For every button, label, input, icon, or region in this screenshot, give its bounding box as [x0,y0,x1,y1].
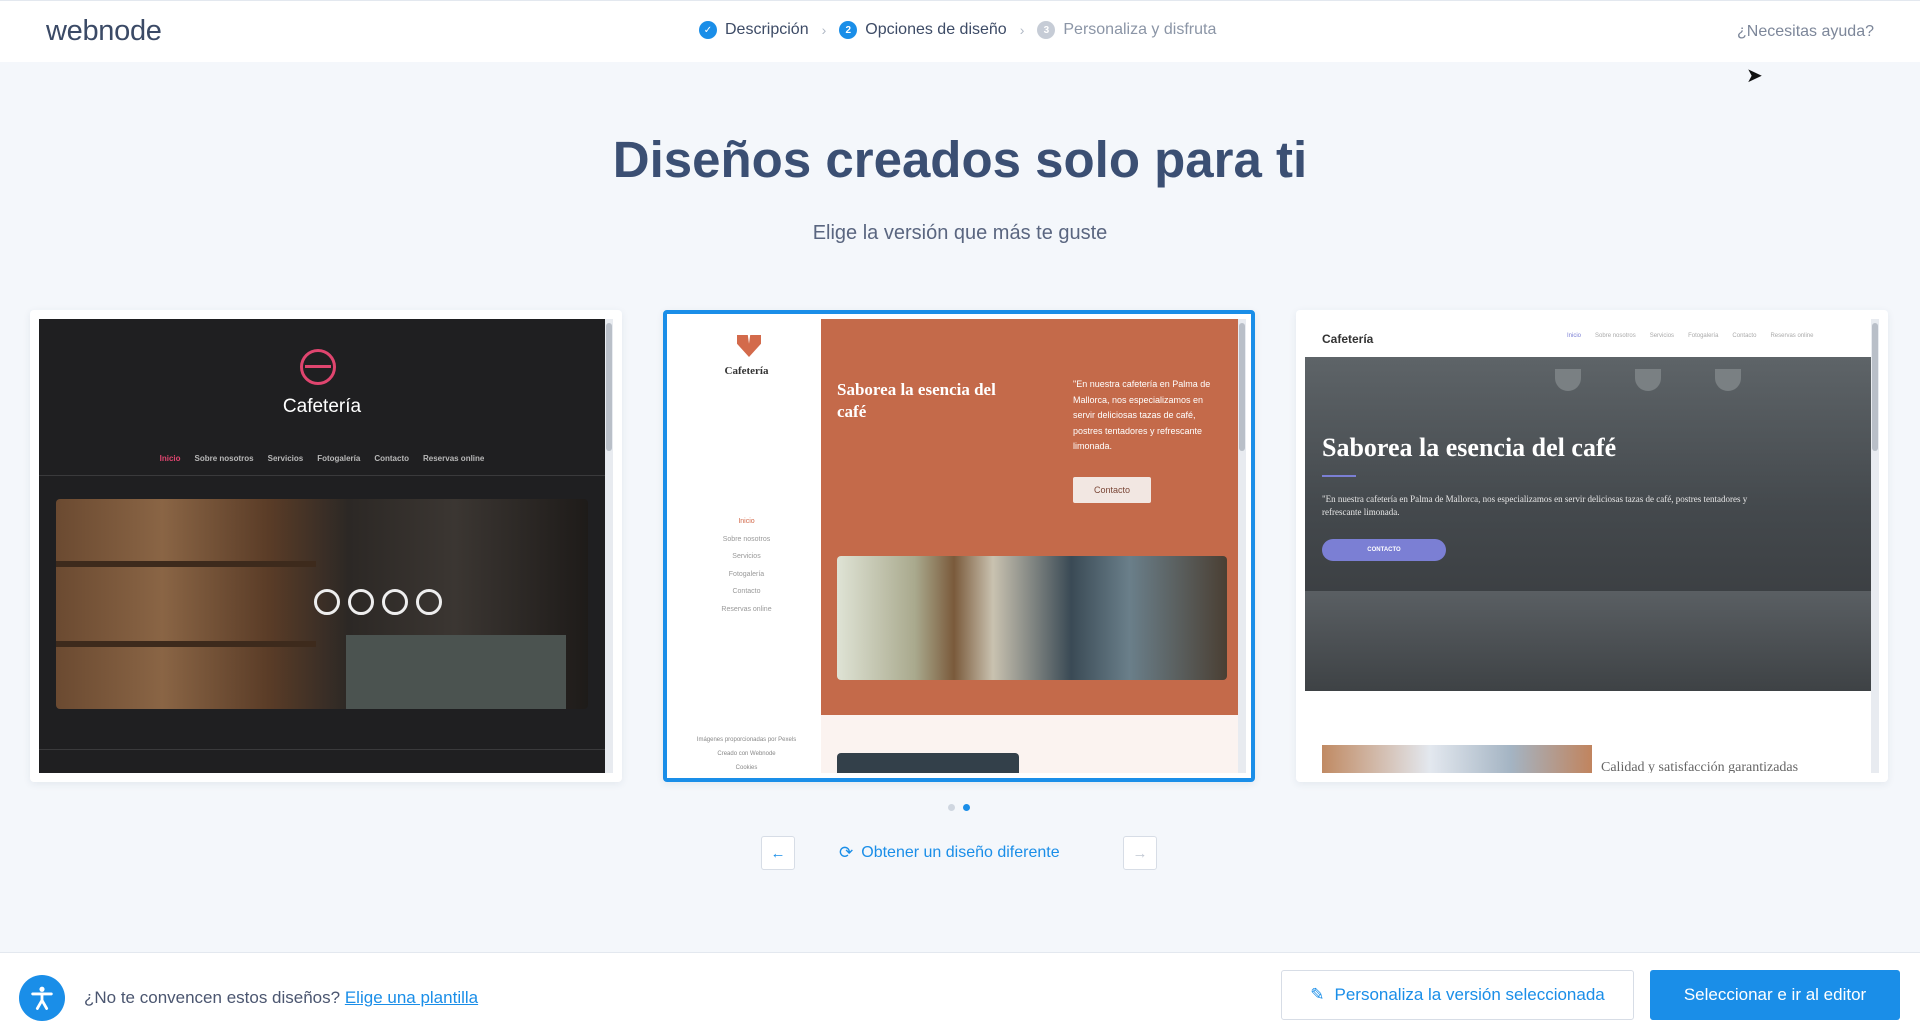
chevron-right-icon: › [821,22,827,38]
select-and-edit-button[interactable]: Seleccionar e ir al editor [1650,970,1900,1020]
different-design-button[interactable]: ⟳ Obtener un diseño diferente [839,843,1060,863]
cafe-logo-icon [737,335,761,357]
design-preview: Cafetería Inicio Sobre nosotros Servicio… [39,319,613,773]
design-card-light[interactable]: Cafetería Inicio Sobre nosotros Servicio… [1296,310,1888,782]
step-number: 2 [839,21,858,39]
preview-nav: Inicio Sobre nosotros Servicios Fotogale… [39,454,605,463]
preview-nav-item: Inicio [159,454,181,463]
step-description[interactable]: ✓ Descripción [699,21,809,39]
accessibility-button[interactable] [19,975,65,1021]
divider [39,749,605,750]
step-label: Descripción [725,21,809,38]
design-preview: Cafetería Inicio Sobre nosotros Servicio… [672,319,1246,773]
step-label: Opciones de diseño [865,21,1007,38]
page-subtitle: Elige la versión que más te guste [812,222,1108,244]
help-link[interactable]: ¿Necesitas ayuda? [1737,23,1874,41]
preview-contact-button: Contacto [1073,477,1151,503]
preview-nav-item: Servicios [732,553,761,560]
preview-nav-item: Contacto [374,454,409,463]
preview-brand: Cafetería [1322,332,1374,346]
bottom-bar: ¿No te convencen estos diseños? Elige un… [0,952,1920,1032]
top-header: webnode ✓ Descripción › 2 Opciones de di… [0,0,1920,62]
customize-selected-button[interactable]: ✎ Personaliza la versión seleccionada [1281,970,1634,1020]
preview-scrollbar[interactable] [1238,319,1246,773]
preview-contact-button: CONTACTO [1322,539,1446,561]
pencil-icon: ✎ [1310,985,1325,1004]
preview-hero: Saborea la esencia del café "En nuestra … [1305,357,1871,691]
arrow-right-icon: → [1132,844,1148,862]
cafe-counter-image [1305,591,1871,691]
template-prompt: ¿No te convencen estos diseños? Elige un… [84,988,478,1008]
preview-nav: Inicio Sobre nosotros Servicios Fotogale… [672,513,821,618]
preview-headline: Saborea la esencia del café [1322,433,1617,462]
choose-template-link[interactable]: Elige una plantilla [345,988,478,1007]
refresh-icon: ⟳ [839,843,854,862]
preview-topbar: Cafetería Inicio Sobre nosotros Servicio… [1305,319,1879,357]
accessibility-icon [31,986,53,1010]
preview-quote: "En nuestra cafetería en Palma de Mallor… [1073,379,1211,451]
preview-nav-item: Servicios [1649,333,1675,339]
step-design-options[interactable]: 2 Opciones de diseño [839,21,1007,39]
preview-description: "En nuestra cafetería en Palma de Mallor… [1322,494,1748,517]
step-customize: 3 Personaliza y disfruta [1037,21,1216,39]
arrow-left-icon: ← [770,844,786,862]
divider [39,475,605,476]
cafe-terrace-image [837,556,1227,680]
preview-nav-item: Reservas online [1770,333,1814,339]
different-design-label: Obtener un diseño diferente [861,844,1060,861]
preview-nav-item: Contacto [1732,333,1757,339]
preview-next-section [821,715,1244,773]
page-title: Diseños creados solo para ti [612,131,1308,188]
preview-footer-line: Cookies [735,765,758,771]
preview-brand: Cafetería [282,396,362,417]
preview-headline: Saborea la esencia del café [837,380,996,421]
preview-nav-item: Inicio [738,518,755,525]
template-question: ¿No te convencen estos diseños? [84,988,341,1007]
preview-scrollbar[interactable] [605,319,613,773]
preview-nav-item: Servicios [267,454,304,463]
wizard-steps: ✓ Descripción › 2 Opciones de diseño › 3… [699,21,1216,39]
webnode-logo[interactable]: webnode [46,15,162,48]
preview-nav-item: Sobre nosotros [1595,333,1636,339]
design-card-dark[interactable]: Cafetería Inicio Sobre nosotros Servicio… [30,310,622,782]
preview-nav-item: Fotogalería [1688,333,1719,339]
cafe-interior-image [56,499,588,709]
chevron-right-icon: › [1019,22,1025,38]
design-card-selected[interactable]: Cafetería Inicio Sobre nosotros Servicio… [663,310,1255,782]
customize-selected-label: Personaliza la versión seleccionada [1334,985,1605,1004]
preview-nav-item: Contacto [732,588,761,595]
carousel-dot[interactable] [948,804,955,811]
check-icon: ✓ [699,21,717,39]
cafe-logo-icon [300,349,336,385]
preview-brand: Cafetería [724,365,769,377]
cafe-strip-image [1322,745,1592,773]
preview-nav-item: Fotogalería [728,570,765,578]
preview-sidebar: Cafetería Inicio Sobre nosotros Servicio… [672,319,821,773]
preview-nav-item: Reservas online [423,454,485,463]
arrow-cursor-icon: ➤ [1746,65,1763,87]
preview-hero: Saborea la esencia del café "En nuestra … [821,319,1244,715]
preview-nav: Inicio Sobre nosotros Servicios Fotogale… [1567,333,1813,339]
previous-design-button[interactable]: ← [761,836,795,870]
preview-footer-line: Imágenes proporcionadas por Pexels [696,737,797,743]
preview-footer-line: Creado con Webnode [717,751,776,757]
preview-nav-item: Sobre nosotros [194,454,254,463]
preview-nav-item: Fotogalería [317,454,361,463]
preview-nav-item: Sobre nosotros [722,535,771,543]
step-number: 3 [1037,21,1056,39]
preview-nav-item: Inicio [1567,333,1582,339]
preview-nav-item: Reservas online [721,605,772,613]
divider [1322,475,1356,477]
step-label: Personaliza y disfruta [1063,21,1217,38]
design-preview: Cafetería Inicio Sobre nosotros Servicio… [1305,319,1879,773]
next-design-button[interactable]: → [1123,836,1157,870]
preview-tagline: Calidad y satisfacción garantizadas [1601,760,1799,773]
preview-scrollbar[interactable] [1871,319,1879,773]
carousel-dots [948,804,970,811]
carousel-dot-active[interactable] [963,804,970,811]
preview-footer: Imágenes proporcionadas por Pexels Cread… [672,733,821,773]
